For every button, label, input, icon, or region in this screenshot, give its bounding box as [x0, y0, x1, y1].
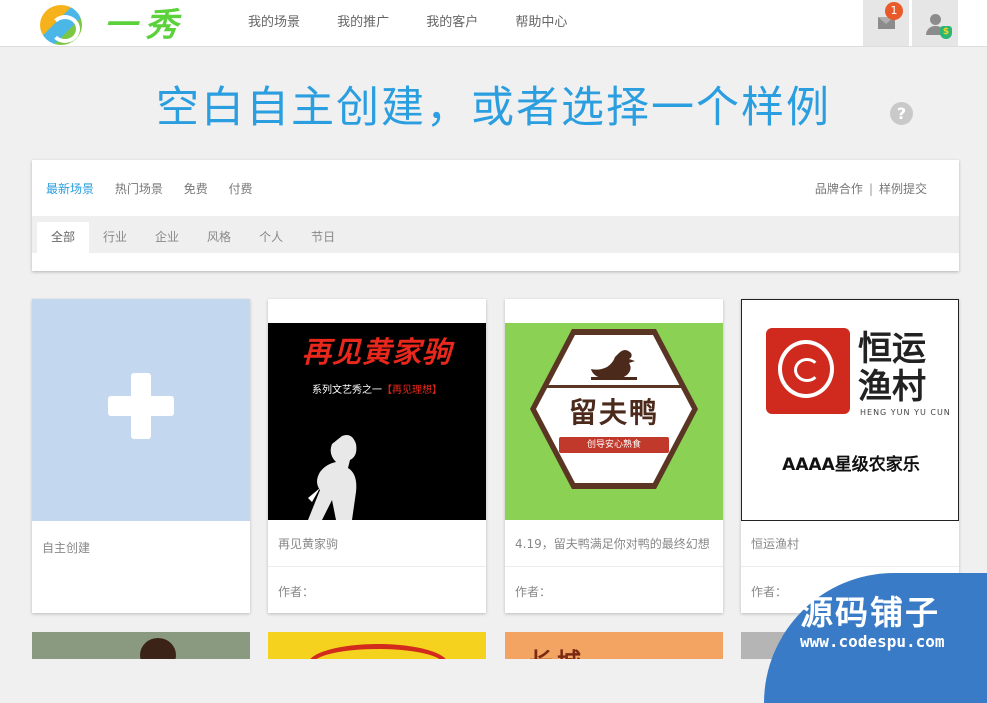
card-author: 作者： — [515, 585, 552, 599]
subtab-personal[interactable]: 个人 — [245, 222, 297, 253]
coin-icon: $ — [940, 26, 952, 39]
card-title: 再见黄家驹 — [278, 537, 339, 551]
messages-button[interactable]: 1 — [863, 0, 909, 46]
card-divider — [741, 566, 959, 567]
subtab-holiday[interactable]: 节日 — [297, 222, 349, 253]
card-title: 恒运渔村 — [751, 537, 800, 551]
subtab-all[interactable]: 全部 — [37, 222, 90, 253]
main-nav: 我的场景 我的推广 我的客户 帮助中心 — [232, 0, 583, 46]
logo-rule — [545, 385, 685, 388]
logo-mark-icon — [40, 5, 82, 45]
category-tabs: 全部 行业 企业 风格 个人 节日 — [32, 216, 959, 253]
panel-links: 品牌合作 | 样例提交 — [815, 180, 927, 197]
unread-badge: 1 — [885, 2, 903, 20]
tab-paid[interactable]: 付费 — [229, 182, 253, 196]
thumb-ribbon: 创导安心熟食 — [559, 437, 669, 453]
account-button[interactable]: $ — [912, 0, 958, 46]
subtab-style[interactable]: 风格 — [193, 222, 245, 253]
logo-brand-text: 一秀 — [104, 5, 186, 44]
template-thumbnail: 再见黄家驹 系列文艺秀之一【再见理想】 — [268, 323, 486, 520]
thumb-subtitle: 系列文艺秀之一【再见理想】 — [268, 381, 486, 396]
card-author: 作者： — [278, 585, 315, 599]
user-head-shape — [930, 14, 941, 25]
subtab-industry[interactable]: 行业 — [89, 222, 141, 253]
thumb-rating-text: AAAA星级农家乐 — [782, 455, 920, 475]
watermark-text: 源码铺子 — [800, 593, 940, 632]
card-divider — [505, 566, 723, 567]
template-card[interactable]: 恒运渔村 HENG YUN YU CUN AAAA星级农家乐 恒运渔村 作者： — [741, 299, 959, 613]
create-thumb — [32, 299, 250, 521]
nav-my-customers[interactable]: 我的客户 — [410, 0, 494, 46]
portrait-image — [140, 638, 176, 659]
template-card-partial[interactable]: 长城 — [505, 632, 723, 659]
brand-cooperation-link[interactable]: 品牌合作 — [815, 182, 863, 196]
nav-my-promotion[interactable]: 我的推广 — [321, 0, 405, 46]
submit-sample-link[interactable]: 样例提交 — [879, 182, 927, 196]
template-thumbnail: 恒运渔村 HENG YUN YU CUN AAAA星级农家乐 — [741, 299, 959, 521]
thumb-partial-text: 长城 — [529, 642, 585, 659]
thumb-brand-text: 留夫鸭 — [568, 396, 659, 429]
subtab-enterprise[interactable]: 企业 — [141, 222, 193, 253]
filter-panel: 最新场景 热门场景 免费 付费 品牌合作 | 样例提交 全部 行业 企业 风格 个人 节日 — [32, 160, 959, 271]
thumb-brand-text: 恒运渔村 — [858, 329, 926, 407]
thumb-subtitle-main: 系列文艺秀之一 — [312, 385, 382, 396]
card-divider — [268, 566, 486, 567]
plus-icon-bar — [108, 396, 174, 416]
card-title: 自主创建 — [42, 541, 91, 555]
nav-my-scenes[interactable]: 我的场景 — [232, 0, 316, 46]
page-title: 空白自主创建，或者选择一个样例 — [156, 83, 831, 133]
thumb-pinyin-text: HENG YUN YU CUN — [860, 408, 951, 417]
tab-latest[interactable]: 最新场景 — [46, 182, 94, 196]
duck-icon — [591, 350, 637, 380]
user-coin-icon: $ — [926, 14, 952, 39]
template-card[interactable]: 留夫鸭 创导安心熟食 4.19，留夫鸭满足你对鸭的最终幻想 作者： — [505, 299, 723, 613]
nav-help-center[interactable]: 帮助中心 — [499, 0, 583, 46]
help-icon[interactable]: ? — [890, 102, 913, 125]
template-card[interactable]: 再见黄家驹 系列文艺秀之一【再见理想】 再见黄家驹 作者： — [268, 299, 486, 613]
create-blank-card[interactable]: 自主创建 — [32, 299, 250, 613]
singer-silhouette-image — [308, 435, 357, 520]
card-author: 作者： — [751, 585, 788, 599]
scene-tabs: 最新场景 热门场景 免费 付费 — [46, 180, 270, 197]
top-bar: 一秀 我的场景 我的推广 我的客户 帮助中心 1 $ — [0, 0, 987, 47]
thumb-subtitle-highlight: 【再见理想】 — [382, 385, 442, 396]
logo[interactable]: 一秀 — [40, 5, 200, 45]
seal-logo-icon — [766, 328, 850, 414]
template-thumbnail: 留夫鸭 创导安心熟食 — [505, 323, 723, 520]
tab-popular[interactable]: 热门场景 — [115, 182, 163, 196]
watermark-url: www.codespu.com — [800, 632, 945, 651]
ring-image — [308, 644, 448, 659]
link-separator: | — [868, 182, 873, 196]
thumb-title-text: 再见黄家驹 — [301, 335, 452, 369]
tab-free[interactable]: 免费 — [184, 182, 208, 196]
card-title: 4.19，留夫鸭满足你对鸭的最终幻想 — [515, 537, 710, 551]
template-card-partial[interactable] — [32, 632, 250, 659]
template-card-partial[interactable] — [268, 632, 486, 659]
